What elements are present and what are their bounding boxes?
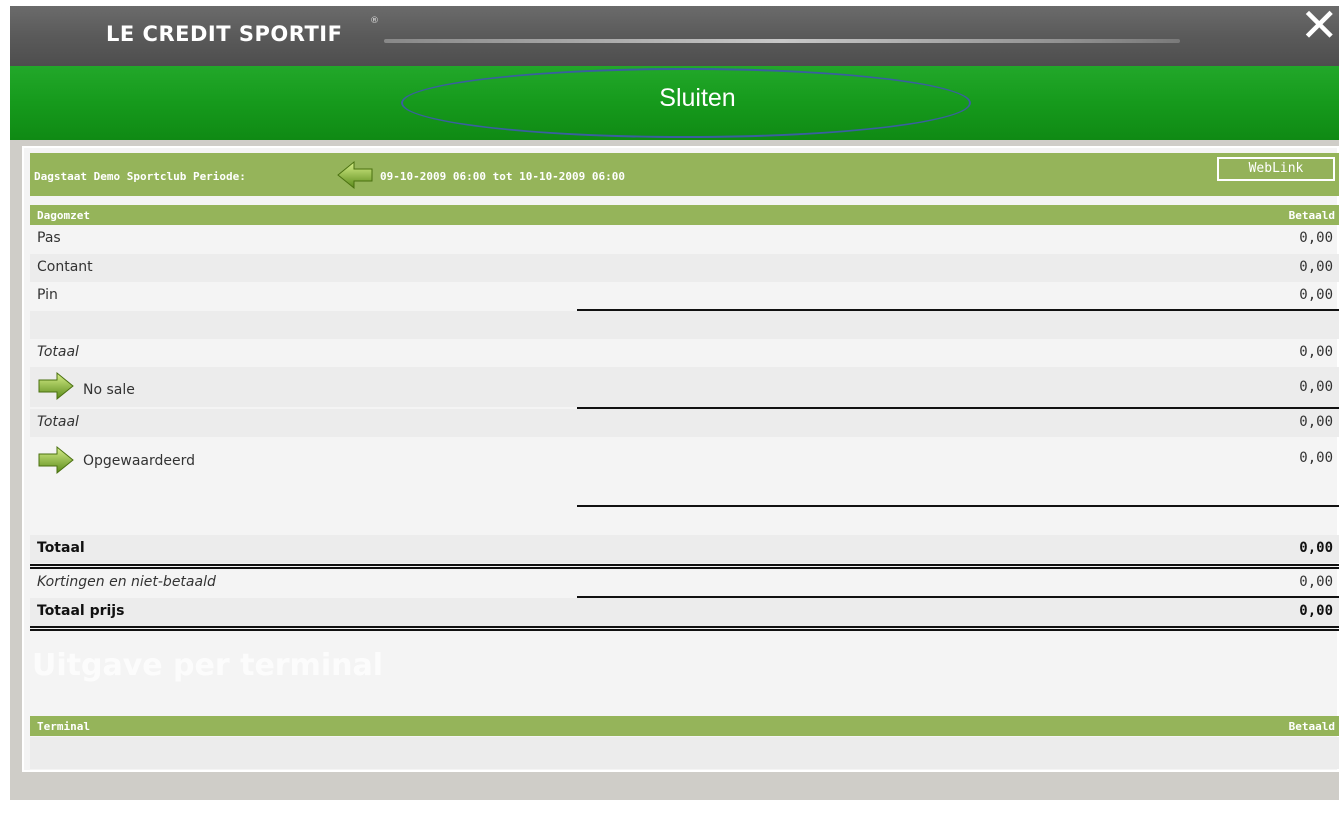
dagomzet-header: Dagomzet Betaald: [30, 205, 1339, 225]
discount-row: Kortingen en niet-betaald 0,00: [30, 570, 1339, 596]
previous-period-arrow-icon[interactable]: [336, 160, 374, 190]
row-value: 0,00: [1299, 574, 1333, 590]
terminal-section-title: Uitgave per terminal: [32, 648, 384, 683]
table-row: Pas 0,00: [30, 226, 1339, 254]
row-label: Totaal: [37, 414, 79, 430]
brand-underline: [384, 39, 1180, 43]
dagomzet-header-label: Dagomzet: [37, 209, 90, 222]
row-label: No sale: [83, 382, 135, 398]
report-title: Dagstaat Demo Sportclub Periode:: [34, 170, 246, 183]
row-value: 0,00: [1299, 230, 1333, 246]
row-label: Totaal prijs: [37, 603, 125, 619]
row-value: 0,00: [1299, 379, 1333, 395]
subtotal-row: Totaal 0,00: [30, 339, 1339, 367]
spacer-row: [30, 311, 1339, 339]
row-label: Pas: [37, 230, 61, 246]
row-label: Totaal: [37, 344, 79, 360]
row-label: Pin: [37, 287, 58, 303]
opgewaardeerd-row[interactable]: Opgewaardeerd 0,00: [30, 437, 1339, 505]
row-label: Kortingen en niet-betaald: [37, 574, 216, 590]
row-value: 0,00: [1299, 450, 1333, 466]
close-icon[interactable]: ✕: [1300, 2, 1339, 48]
row-value: 0,00: [1299, 414, 1333, 430]
weblink-button[interactable]: WebLink: [1217, 157, 1335, 181]
row-value: 0,00: [1299, 344, 1333, 360]
brand-logo: LE CREDIT SPORTIF: [106, 22, 343, 46]
page-bottom: [10, 800, 1339, 826]
no-sale-row[interactable]: No sale 0,00: [30, 367, 1339, 407]
row-label: Totaal: [37, 540, 85, 556]
terminal-header-label: Terminal: [37, 720, 90, 733]
row-value: 0,00: [1299, 540, 1333, 556]
expand-arrow-icon[interactable]: [37, 371, 75, 401]
close-button[interactable]: [401, 68, 971, 138]
table-row: Pin 0,00: [30, 282, 1339, 310]
total-price-row: Totaal prijs 0,00: [30, 598, 1339, 626]
subtotal-line: [577, 505, 1339, 507]
terminal-header: Terminal Betaald: [30, 716, 1339, 736]
terminal-header-paid: Betaald: [1288, 720, 1335, 733]
row-value: 0,00: [1299, 603, 1333, 619]
row-value: 0,00: [1299, 287, 1333, 303]
row-label: Contant: [37, 259, 93, 275]
expand-arrow-icon[interactable]: [37, 445, 75, 475]
total-price-double-line: [30, 626, 1339, 631]
subtotal-row: Totaal 0,00: [30, 409, 1339, 437]
terminal-empty-row: [30, 737, 1339, 769]
table-row: Contant 0,00: [30, 254, 1339, 282]
total-row: Totaal 0,00: [30, 535, 1339, 563]
row-label: Opgewaardeerd: [83, 453, 196, 469]
dagomzet-header-paid: Betaald: [1288, 209, 1335, 222]
report-period: 09-10-2009 06:00 tot 10-10-2009 06:00: [380, 170, 626, 183]
row-value: 0,00: [1299, 259, 1333, 275]
registered-mark: ®: [370, 16, 379, 26]
total-double-line: [30, 564, 1339, 569]
